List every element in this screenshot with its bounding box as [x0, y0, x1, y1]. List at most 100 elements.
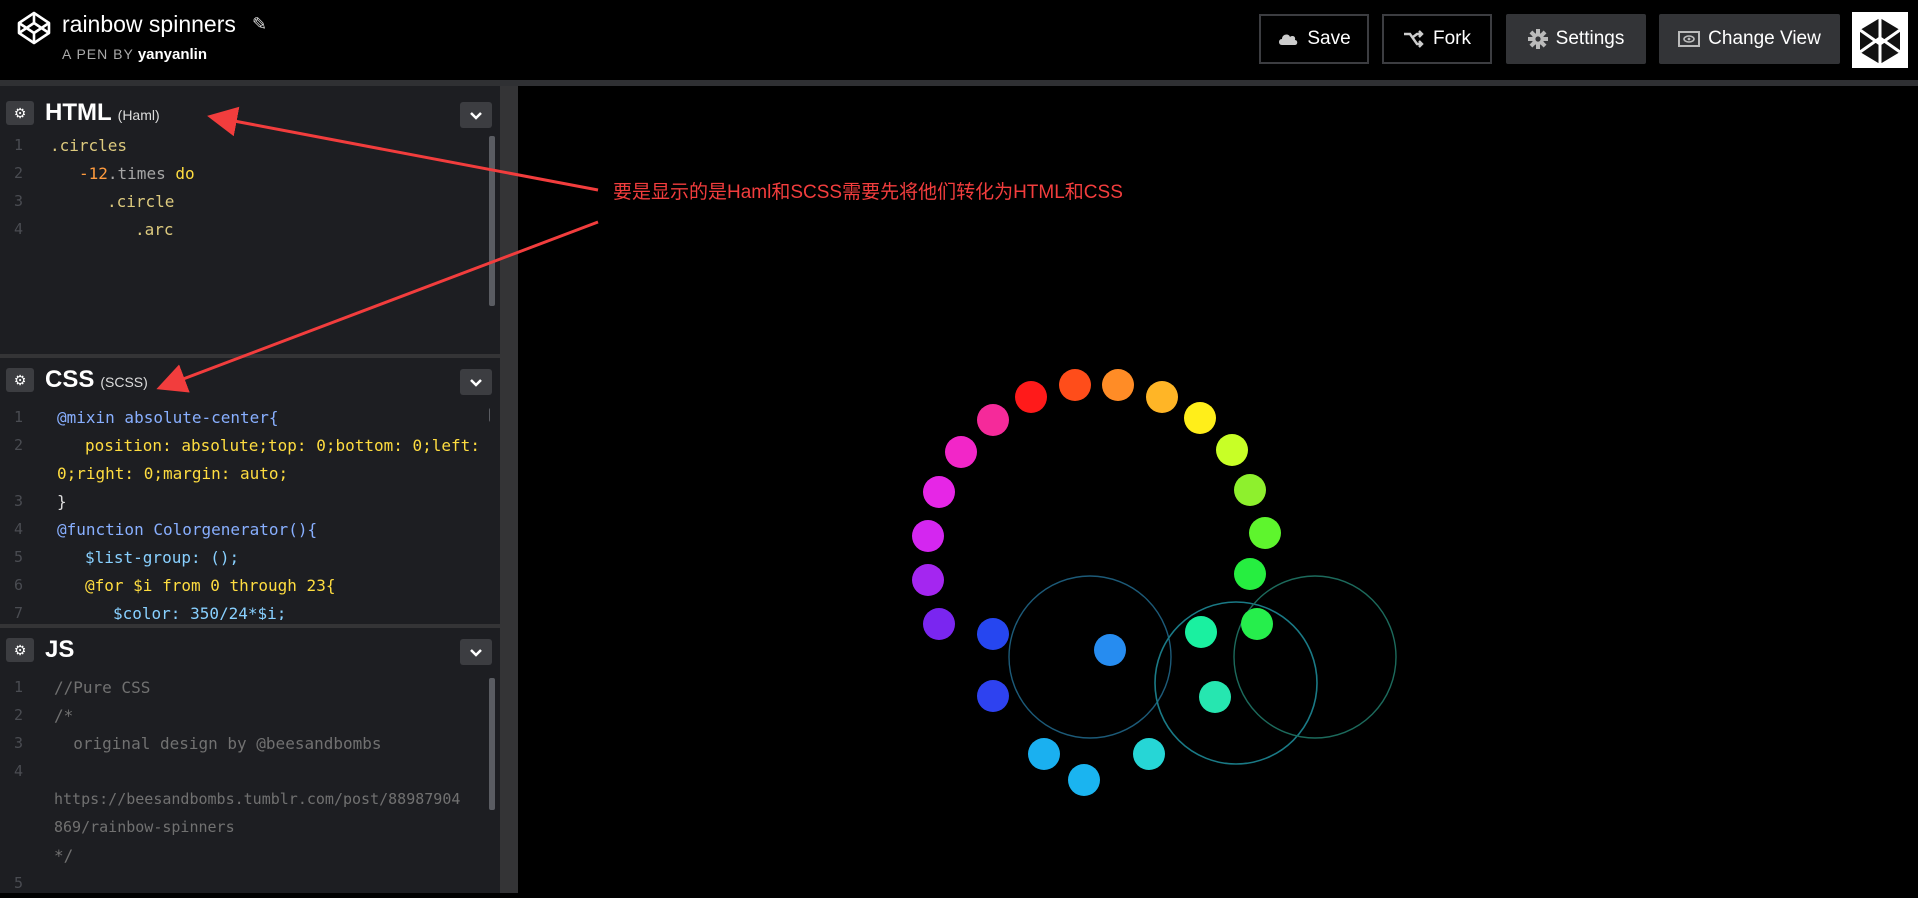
js-settings-gear-icon[interactable]: ⚙: [6, 638, 34, 662]
html-subtitle: (Haml): [117, 107, 160, 123]
settings-button[interactable]: Settings: [1506, 14, 1646, 64]
pen-byline: A PEN BY yanyanlin: [62, 46, 207, 63]
line-number: 1: [14, 136, 24, 154]
html-panel-title: HTML (Haml): [45, 99, 160, 127]
line-number: 2: [14, 436, 24, 454]
js-scrollbar[interactable]: [489, 678, 495, 810]
spinner-dot: [1216, 434, 1248, 466]
preview-pane: [518, 86, 1918, 893]
spinner-dot: [977, 618, 1009, 650]
code-line: 0;right: 0;margin: auto;: [57, 464, 289, 483]
spinner-dot: [1102, 369, 1134, 401]
line-number: 5: [14, 874, 24, 892]
spinner-arc: [1154, 601, 1318, 765]
line-number: 7: [14, 604, 24, 620]
fork-label: Fork: [1433, 28, 1471, 49]
line-number: 3: [14, 734, 24, 752]
author-link[interactable]: yanyanlin: [138, 46, 207, 63]
css-scrollbar[interactable]: [489, 408, 490, 422]
code-token: -: [79, 164, 89, 183]
html-collapse-chevron-down-icon[interactable]: [460, 102, 492, 128]
cloud-icon: [1279, 34, 1298, 45]
codepen-logo-icon[interactable]: [16, 10, 52, 46]
spinner-dot: [912, 520, 944, 552]
line-number: 5: [14, 548, 24, 566]
save-label: Save: [1307, 28, 1351, 49]
line-number: 1: [14, 408, 24, 426]
gear-icon: [1527, 29, 1548, 49]
html-title-text: HTML: [45, 99, 112, 126]
line-number: 2: [14, 706, 24, 724]
save-button[interactable]: Save: [1259, 14, 1369, 64]
css-collapse-chevron-down-icon[interactable]: [460, 369, 492, 395]
code-line: @for $i from 0 through 23{: [85, 576, 336, 595]
spinner-dots: [912, 369, 1281, 796]
code-line: -12.times do: [79, 164, 195, 183]
spinner-dot: [1199, 681, 1231, 713]
code-token: 12: [88, 164, 108, 183]
code-line: https://beesandbombs.tumblr.com/post/889…: [54, 790, 461, 808]
spinner-dot: [912, 564, 944, 596]
code-line: */: [54, 846, 74, 865]
html-scrollbar[interactable]: [489, 136, 495, 306]
code-line: @function Colorgenerator(){: [57, 520, 318, 539]
code-line: //Pure CSS: [54, 678, 151, 697]
eye-window-icon: [1678, 31, 1701, 47]
line-number: 3: [14, 192, 24, 210]
avatar-image: [1852, 12, 1908, 68]
spinner-dot: [977, 680, 1009, 712]
code-line: original design by @beesandbombs: [54, 734, 382, 753]
line-number: 1: [14, 678, 24, 696]
js-collapse-chevron-down-icon[interactable]: [460, 639, 492, 665]
line-number: 6: [14, 576, 24, 594]
code-line: @mixin absolute-center{: [57, 408, 279, 427]
line-number: 2: [14, 164, 24, 182]
js-panel-header: ⚙ JS: [0, 628, 500, 674]
line-number: 4: [14, 520, 24, 538]
fork-button[interactable]: Fork: [1382, 14, 1492, 64]
code-token: .times: [107, 164, 166, 183]
html-code-editor[interactable]: 1 .circles 2 -12.times do 3 .circle 4 .a…: [0, 136, 495, 352]
editor-resize-handle[interactable]: [500, 86, 518, 893]
spinner-dot: [1241, 608, 1273, 640]
spinner-arc: [1008, 575, 1172, 739]
code-line: .circles: [50, 136, 128, 155]
user-avatar[interactable]: [1852, 12, 1908, 68]
css-panel-title: CSS (SCSS): [45, 366, 148, 394]
spinner-dot: [1133, 738, 1165, 770]
code-line: 869/rainbow-spinners: [54, 818, 235, 836]
spinner-dot: [1068, 764, 1100, 796]
css-settings-gear-icon[interactable]: ⚙: [6, 368, 34, 392]
html-settings-gear-icon[interactable]: ⚙: [6, 101, 34, 125]
css-title-text: CSS: [45, 366, 95, 393]
spinner-dot: [1028, 738, 1060, 770]
code-line: $color: 350/24*$i;: [113, 604, 287, 620]
code-line: .arc: [135, 220, 174, 239]
code-line: .circle: [107, 192, 175, 211]
line-number: 4: [14, 220, 24, 238]
css-code-editor[interactable]: 1 @mixin absolute-center{ 2 position: ab…: [0, 408, 490, 620]
edit-pencil-icon[interactable]: ✎: [252, 14, 267, 35]
js-panel-title: JS: [45, 636, 75, 663]
html-panel-header: ⚙ HTML (Haml): [0, 90, 500, 136]
code-line: position: absolute;top: 0;bottom: 0;left…: [85, 436, 480, 455]
header: rainbow spinners ✎ A PEN BY yanyanlin Sav…: [0, 0, 1918, 80]
annotation-text: 要是显示的是Haml和SCSS需要先将他们转化为HTML和CSS: [613, 182, 1123, 203]
js-code-editor[interactable]: 1 //Pure CSS 2 /* 3 original design by @…: [0, 678, 495, 893]
settings-label: Settings: [1555, 28, 1625, 49]
css-subtitle: (SCSS): [100, 374, 148, 390]
fork-icon: [1404, 30, 1424, 48]
spinner-dot: [1015, 381, 1047, 413]
spinner-dot: [977, 404, 1009, 436]
change-view-button[interactable]: Change View: [1659, 14, 1840, 64]
code-line: $list-group: ();: [85, 548, 240, 567]
pen-title[interactable]: rainbow spinners: [62, 11, 236, 38]
rainbow-spinners-preview: [912, 369, 1397, 796]
editor-column: ⚙ HTML (Haml) 1 .circles 2 -12.times do 3…: [0, 86, 500, 893]
spinner-dot: [1184, 402, 1216, 434]
spinner-dot: [945, 436, 977, 468]
code-token: do: [165, 164, 195, 183]
spinner-dot: [1146, 381, 1178, 413]
spinner-dot: [923, 476, 955, 508]
spinner-dot: [1234, 558, 1266, 590]
